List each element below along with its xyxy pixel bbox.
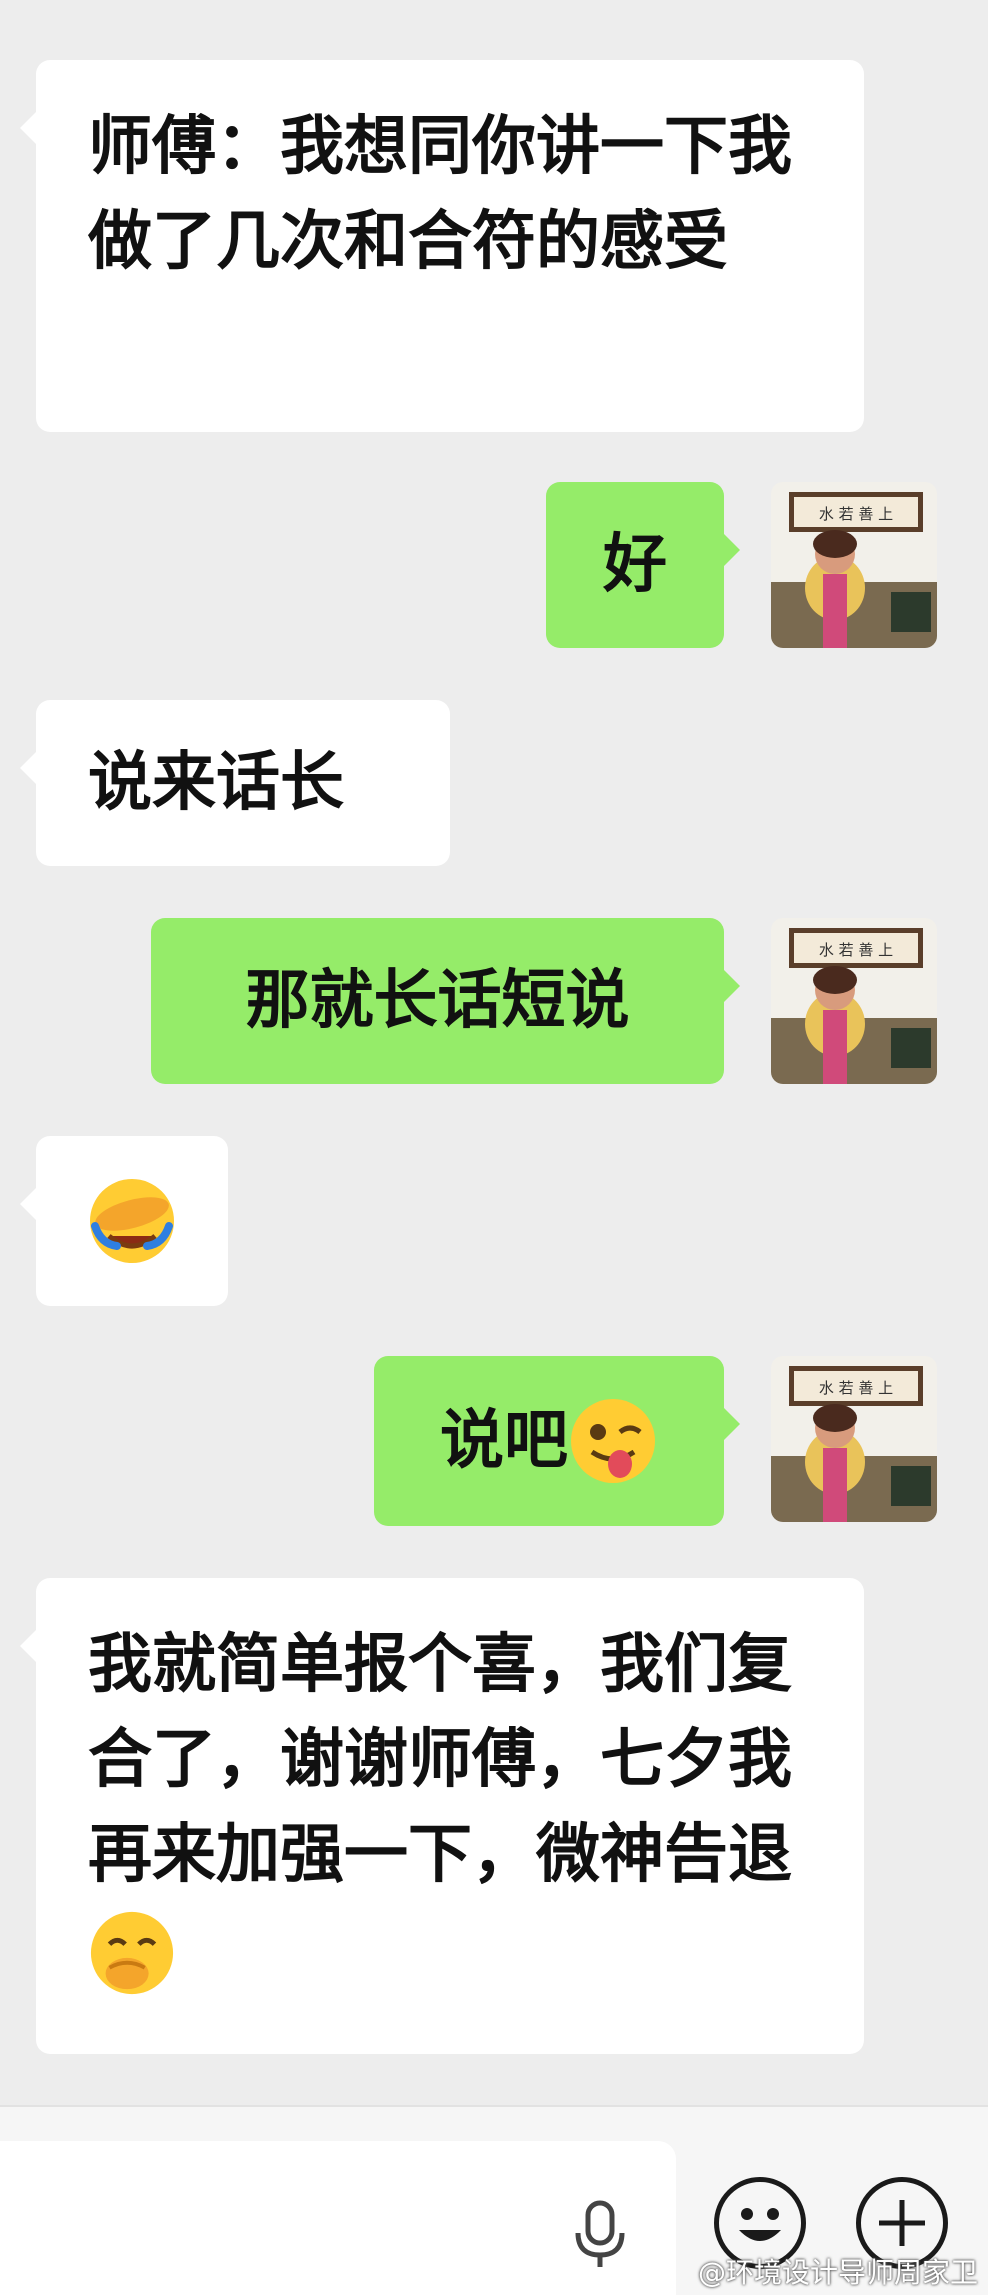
incoming-message[interactable]: 我就简单报个喜，我们复合了，谢谢师傅，七夕我再来加强一下，微神告退 [20, 1578, 864, 2054]
user-avatar-photo-icon: 水 若 善 上 [771, 1356, 937, 1522]
incoming-message[interactable]: 说来话长 [20, 700, 450, 866]
avatar[interactable]: 水 若 善 上 [771, 918, 937, 1084]
message-text: 好 [603, 527, 667, 602]
message-text: 那就长话短说 [245, 963, 630, 1038]
svg-text:水 若 善 上: 水 若 善 上 [819, 941, 893, 959]
message-input[interactable] [0, 2141, 676, 2295]
input-bar: @环境设计导师周家卫 [0, 2105, 988, 2295]
user-avatar-photo-icon: 水 若 善 上 [771, 918, 937, 1084]
outgoing-message[interactable]: 那就长话短说 [151, 918, 740, 1084]
chat-area: 师傅：我想同你讲一下我做了几次和合符的感受 好 水 若 善 上 说来话长 那就长… [0, 0, 988, 2100]
svg-text:水 若 善 上: 水 若 善 上 [819, 1379, 893, 1397]
message-text: 说吧 [440, 1403, 568, 1478]
outgoing-message[interactable]: 说吧 [374, 1356, 740, 1526]
winking-face-with-tongue-icon [571, 1399, 655, 1483]
avatar[interactable]: 水 若 善 上 [771, 1356, 937, 1522]
user-avatar-photo-icon: 水 若 善 上 [771, 482, 937, 648]
message-text: 我就简单报个喜，我们复合了，谢谢师傅，七夕我再来加强一下，微神告退 [88, 1618, 812, 1998]
face-with-hand-over-mouth-icon [90, 1912, 174, 1995]
incoming-message[interactable] [20, 1136, 228, 1306]
avatar[interactable]: 水 若 善 上 [771, 482, 937, 648]
outgoing-message[interactable]: 好 [546, 482, 740, 648]
watermark: @环境设计导师周家卫 [697, 2256, 978, 2289]
face-hand-over-eyes-laughing-icon [90, 1179, 174, 1263]
svg-text:水 若 善 上: 水 若 善 上 [819, 505, 893, 523]
microphone-icon[interactable] [568, 2199, 632, 2271]
incoming-message[interactable]: 师傅：我想同你讲一下我做了几次和合符的感受 [20, 60, 864, 432]
message-text: 师傅：我想同你讲一下我做了几次和合符的感受 [88, 110, 792, 279]
message-text: 说来话长 [88, 745, 344, 820]
